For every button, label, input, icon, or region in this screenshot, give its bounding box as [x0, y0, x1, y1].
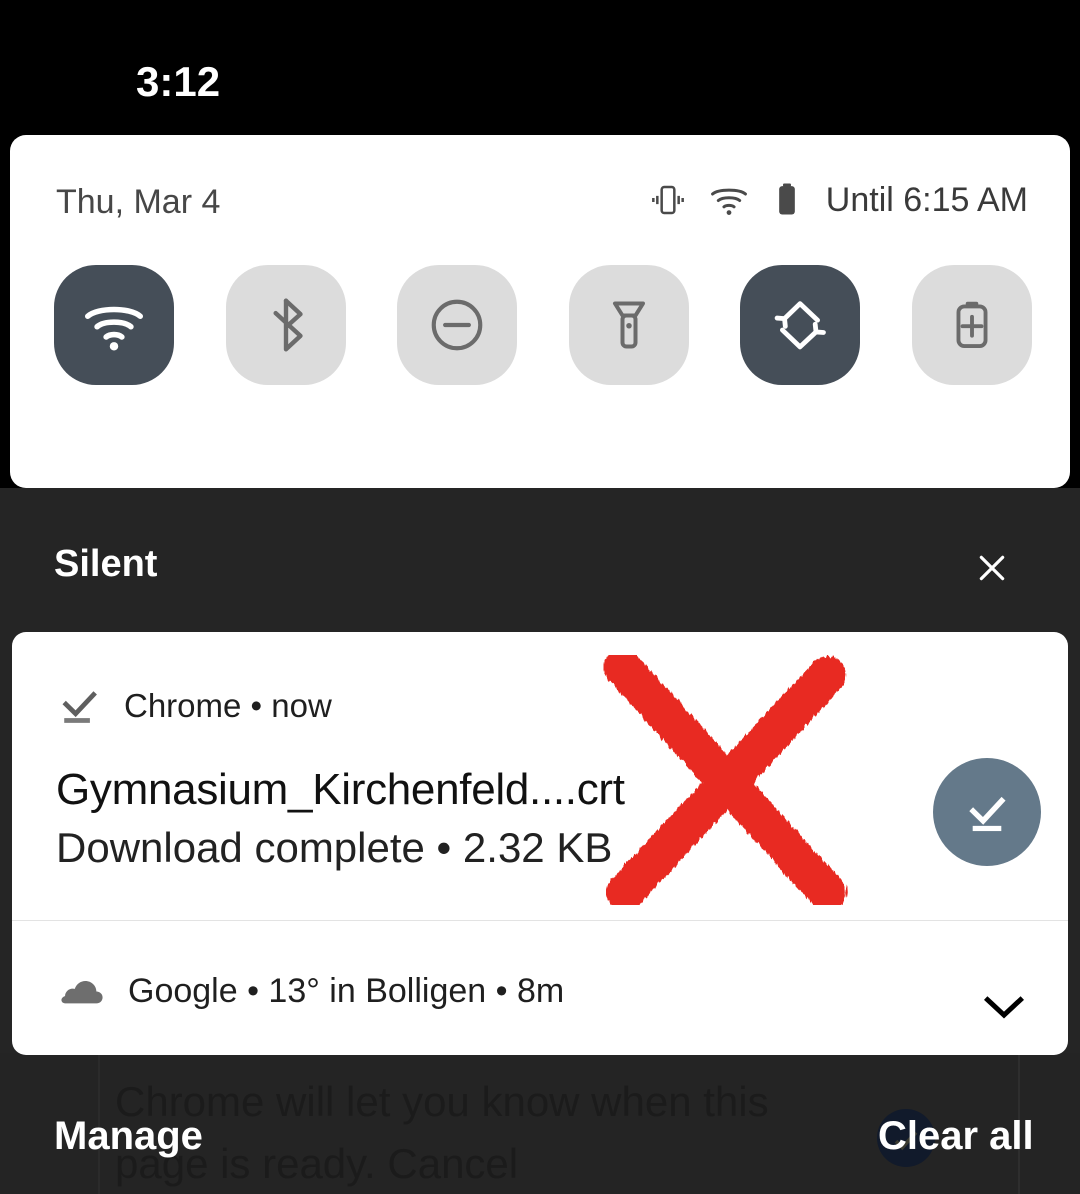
status-bar-clock: 3:12: [136, 58, 221, 105]
quick-settings-panel[interactable]: Thu, Mar 4 Until 6:15 AM: [10, 135, 1070, 608]
notification-divider: [12, 920, 1068, 921]
section-header-silent: Silent: [54, 543, 158, 585]
auto-rotate-icon: [775, 301, 827, 350]
quick-settings-status-icons: Until 6:15 AM: [648, 179, 1028, 221]
chevron-down-icon: [983, 996, 1025, 1019]
tile-auto-rotate[interactable]: [740, 265, 861, 385]
notification-google-text: Google • 13° in Bolligen • 8m: [128, 972, 565, 1010]
expand-notification-button[interactable]: [974, 987, 1034, 1027]
notification-card-group: Chrome • now Gymnasium_Kirchenfeld....cr…: [12, 632, 1068, 1055]
clear-all-button[interactable]: Clear all: [878, 1114, 1034, 1159]
wifi-icon: [710, 188, 747, 215]
flashlight-icon: [612, 301, 645, 349]
tile-wifi[interactable]: [54, 265, 174, 385]
download-complete-icon: [62, 691, 97, 723]
notification-avatar[interactable]: [933, 758, 1041, 866]
quick-settings-tiles: [54, 265, 1032, 385]
notification-header-google[interactable]: Google • 13° in Bolligen • 8m: [58, 972, 564, 1011]
notification-header-chrome: Chrome • now: [58, 684, 332, 728]
notification-subtitle: Download complete • 2.32 KB: [56, 824, 613, 871]
close-icon: [979, 555, 1005, 581]
quick-settings-date: Thu, Mar 4: [56, 183, 221, 221]
battery-status-text: Until 6:15 AM: [825, 180, 1028, 219]
wifi-icon: [84, 306, 144, 351]
battery-saver-icon: [956, 301, 988, 348]
tile-bluetooth[interactable]: [225, 265, 346, 385]
dismiss-silent-button[interactable]: [970, 546, 1014, 590]
bluetooth-off-icon: [273, 298, 303, 352]
battery-icon: [778, 183, 795, 215]
manage-button[interactable]: Manage: [54, 1114, 203, 1159]
notification-app-chrome: Chrome • now: [124, 687, 332, 724]
vibrate-icon: [651, 185, 684, 215]
background-page-text: Chrome will let you know when this page …: [115, 1078, 769, 1187]
notification-title: Gymnasium_Kirchenfeld....crt: [56, 765, 625, 814]
tile-flashlight[interactable]: [568, 265, 689, 385]
tile-do-not-disturb[interactable]: [397, 265, 518, 385]
download-complete-icon: [969, 796, 1006, 832]
do-not-disturb-icon: [431, 299, 483, 351]
tile-battery-saver[interactable]: [911, 265, 1032, 385]
status-bar: 3:12: [0, 0, 1080, 135]
cloud-icon: [61, 980, 103, 1003]
